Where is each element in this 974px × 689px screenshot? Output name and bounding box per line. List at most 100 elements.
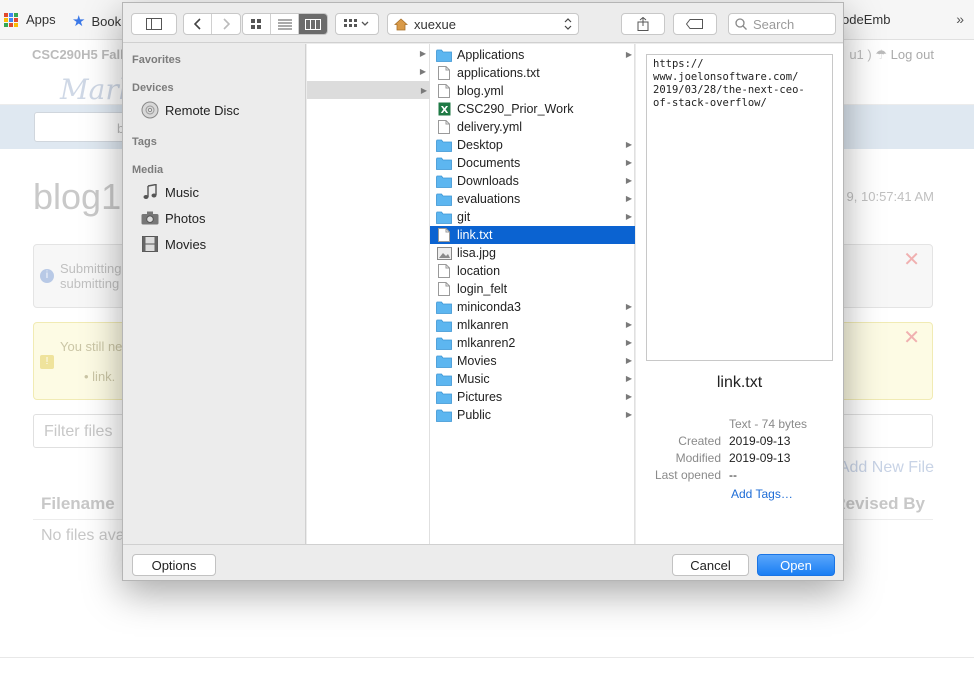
file-name: Music	[457, 372, 490, 386]
home-icon	[394, 17, 408, 30]
sidebar-item-photos[interactable]: Photos	[141, 208, 205, 228]
course-label[interactable]: CSC290H5 Fall	[32, 47, 124, 62]
list-view-button[interactable]	[271, 14, 299, 34]
sidebar-item-movies[interactable]: Movies	[141, 234, 206, 254]
disclosure-arrow-icon: ▶	[420, 86, 427, 95]
folder-icon	[436, 372, 452, 386]
sidebar-heading-tags: Tags	[132, 136, 157, 148]
more-bookmarks-icon[interactable]: »	[956, 11, 964, 27]
bookmark-book[interactable]: ★ Book	[72, 12, 121, 30]
disclosure-arrow-icon: ▶	[625, 320, 632, 329]
column-filename[interactable]: Filename	[41, 494, 115, 514]
created-label: Created	[678, 434, 721, 448]
column-revised-by[interactable]: Revised By	[833, 494, 925, 514]
close-icon[interactable]: ✕	[903, 247, 920, 272]
file-row[interactable]: lisa.jpg	[430, 244, 635, 262]
options-button[interactable]: Options	[132, 554, 216, 576]
info-icon: i	[40, 269, 54, 283]
disclosure-arrow-icon[interactable]: ▶	[420, 67, 426, 76]
file-row[interactable]: mlkanren ▶	[430, 316, 635, 334]
add-tags-link[interactable]: Add Tags…	[731, 487, 793, 501]
icon-view-button[interactable]	[243, 14, 271, 34]
file-row[interactable]: Music ▶	[430, 370, 635, 388]
disclosure-arrow-icon: ▶	[625, 194, 632, 203]
created-value: 2019-09-13	[729, 434, 791, 448]
column-view-button[interactable]	[299, 14, 327, 34]
group-grid-icon	[344, 18, 369, 27]
file-row[interactable]: Applications ▶	[430, 46, 635, 64]
tags-button[interactable]	[673, 13, 717, 35]
sidebar-toggle-button[interactable]	[131, 13, 177, 35]
logout-link[interactable]: Log out	[891, 47, 934, 62]
file-open-dialog: xuexue Search Favorites Devices Remote D…	[122, 2, 844, 581]
file-row[interactable]: login_felt	[430, 280, 635, 298]
file-name: link.txt	[457, 228, 493, 242]
file-row[interactable]: Movies ▶	[430, 352, 635, 370]
file-row[interactable]: delivery.yml	[430, 118, 635, 136]
file-name: location	[457, 264, 501, 278]
file-name: CSC290_Prior_Work	[457, 102, 574, 116]
bookmark-codeemb[interactable]: odeEmb	[842, 12, 890, 27]
file-row[interactable]: link.txt	[430, 226, 635, 244]
file-row[interactable]: Documents ▶	[430, 154, 635, 172]
disclosure-arrow-icon: ▶	[625, 176, 632, 185]
back-button[interactable]	[184, 14, 212, 34]
file-row[interactable]: git ▶	[430, 208, 635, 226]
document-icon	[436, 120, 452, 134]
user-area: u1 ) ☂ Log out	[849, 47, 934, 63]
file-row[interactable]: Public ▶	[430, 406, 635, 424]
cancel-button[interactable]: Cancel	[672, 554, 749, 576]
folder-icon	[436, 300, 452, 314]
file-name: Movies	[457, 354, 497, 368]
document-icon	[436, 228, 452, 242]
folder-icon	[436, 138, 452, 152]
file-name: Documents	[457, 156, 521, 170]
folder-icon	[436, 336, 452, 350]
file-row[interactable]: miniconda3 ▶	[430, 298, 635, 316]
columns-icon	[305, 18, 321, 30]
current-folder-name: xuexue	[414, 16, 456, 32]
folder-icon	[436, 210, 452, 224]
file-row[interactable]: blog.yml	[430, 82, 635, 100]
user-suffix: u1 )	[849, 47, 872, 62]
disclosure-arrow-icon[interactable]: ▶	[420, 49, 426, 58]
folder-icon	[436, 174, 452, 188]
file-row[interactable]: X CSC290_Prior_Work	[430, 100, 635, 118]
folder-icon	[436, 390, 452, 404]
add-new-file-link[interactable]: Add New File	[839, 459, 934, 477]
file-row[interactable]: applications.txt	[430, 64, 635, 82]
file-name: Applications	[457, 48, 525, 62]
folder-path-popup[interactable]: xuexue	[387, 13, 579, 35]
folder-icon	[436, 408, 452, 422]
file-row[interactable]: mlkanren2 ▶	[430, 334, 635, 352]
forward-button[interactable]	[212, 14, 240, 34]
disclosure-arrow-icon: ▶	[625, 140, 632, 149]
file-row[interactable]: Pictures ▶	[430, 388, 635, 406]
file-row[interactable]: location	[430, 262, 635, 280]
open-button[interactable]: Open	[757, 554, 835, 576]
group-by-button[interactable]	[335, 13, 379, 35]
bookmark-apps[interactable]: Apps	[4, 12, 56, 27]
dialog-toolbar: xuexue Search	[123, 3, 843, 43]
file-row[interactable]: Desktop ▶	[430, 136, 635, 154]
share-button[interactable]	[621, 13, 665, 35]
disclosure-arrow-icon: ▶	[625, 356, 632, 365]
modified-value: 2019-09-13	[729, 451, 791, 465]
folder-icon	[436, 318, 452, 332]
selected-parent-row[interactable]: ▶	[307, 81, 430, 99]
sidebar-item-remote-disc[interactable]: Remote Disc	[141, 100, 239, 120]
svg-text:X: X	[440, 105, 448, 116]
file-name: Desktop	[457, 138, 503, 152]
sidebar-item-music[interactable]: Music	[141, 182, 199, 202]
sidebar-item-label: Movies	[165, 236, 207, 252]
file-row[interactable]: evaluations ▶	[430, 190, 635, 208]
tag-icon	[686, 19, 703, 29]
up-down-chevron-icon	[564, 18, 572, 30]
document-icon	[436, 282, 452, 296]
disclosure-arrow-icon: ▶	[625, 392, 632, 401]
dialog-sidebar: Favorites Devices Remote Disc Tags Media…	[123, 44, 306, 544]
chevron-left-icon	[193, 18, 201, 30]
search-input[interactable]: Search	[728, 13, 836, 35]
file-row[interactable]: Downloads ▶	[430, 172, 635, 190]
close-icon[interactable]: ✕	[903, 325, 920, 350]
